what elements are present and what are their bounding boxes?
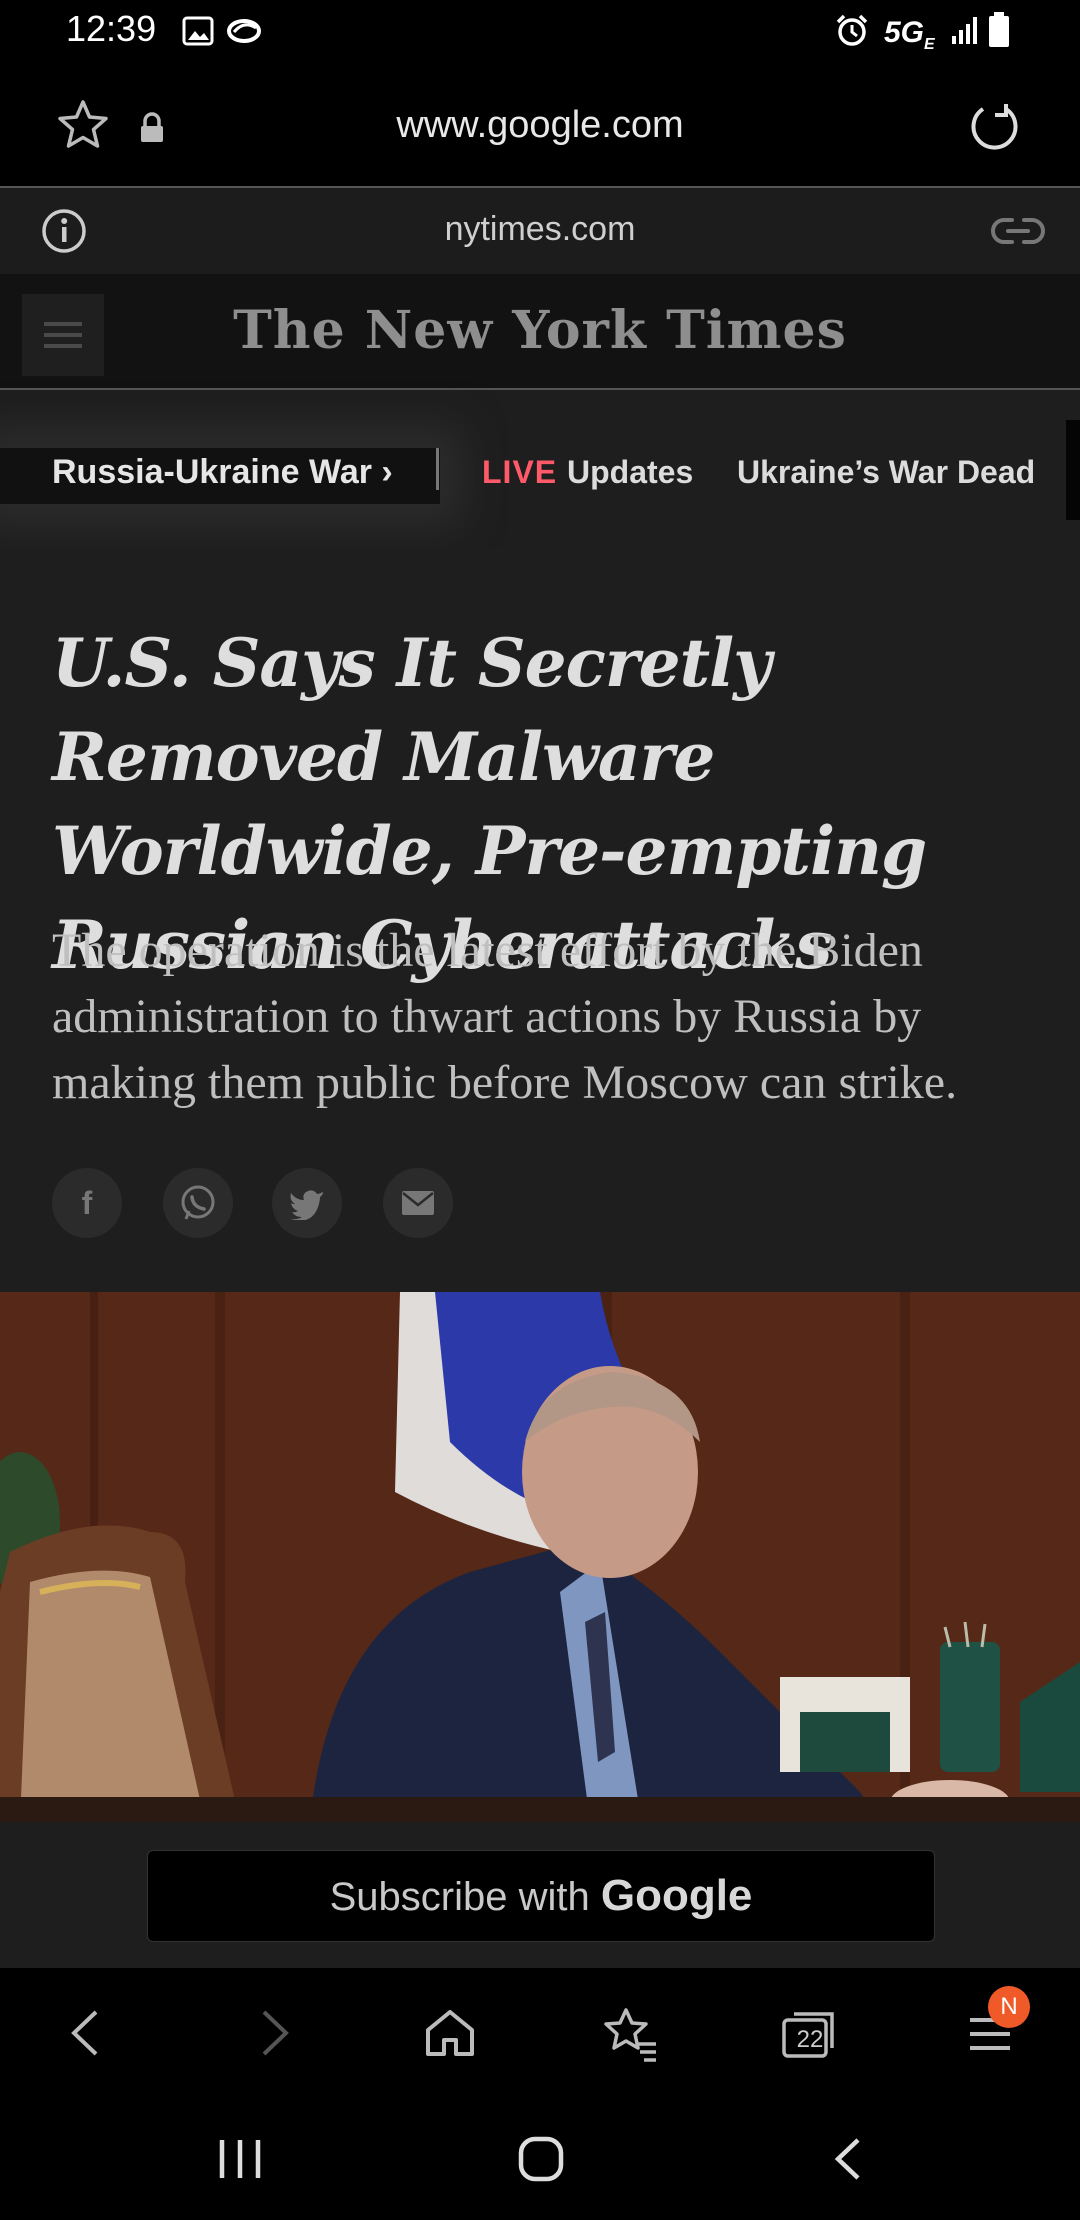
system-nav-bar bbox=[0, 2098, 1080, 2220]
share-email-button[interactable] bbox=[383, 1168, 453, 1238]
whatsapp-icon bbox=[181, 1185, 215, 1220]
home-circle-icon bbox=[518, 2136, 564, 2182]
topic-nav: Russia-Ukraine War › LIVE Updates Ukrain… bbox=[0, 390, 1080, 548]
bookmarks-button[interactable] bbox=[540, 1968, 720, 2098]
topic-nav-fade bbox=[1066, 420, 1080, 520]
tabs-button[interactable]: 22 bbox=[720, 1968, 900, 2098]
battery-icon bbox=[989, 12, 1009, 47]
share-facebook-button[interactable]: f bbox=[52, 1168, 122, 1238]
google-wordmark: Google bbox=[600, 1871, 753, 1920]
home-nav-button[interactable] bbox=[480, 2118, 600, 2198]
nyt-header: The New York Times bbox=[0, 274, 1080, 390]
chevron-left-icon bbox=[71, 2010, 98, 2056]
subscribe-label: Subscribe with bbox=[329, 1875, 590, 1919]
subscribe-area: Subscribe with Google bbox=[0, 1822, 1080, 1968]
back-button[interactable] bbox=[0, 1968, 180, 2098]
notification-badge: N bbox=[988, 1986, 1030, 2028]
topic-main-label: Russia-Ukraine War › bbox=[52, 453, 393, 491]
gallery-icon bbox=[182, 16, 214, 46]
chevron-right-icon bbox=[262, 2010, 289, 2056]
url-text[interactable]: www.google.com bbox=[0, 104, 1080, 147]
forward-button[interactable] bbox=[180, 1968, 360, 2098]
tabs-count: 22 bbox=[796, 2026, 824, 2053]
home-button[interactable] bbox=[360, 1968, 540, 2098]
email-icon bbox=[402, 1191, 434, 1215]
recent-apps-icon bbox=[219, 2140, 261, 2178]
browser-toolbar: 22 N bbox=[0, 1968, 1080, 2098]
topic-russia-ukraine-war[interactable]: Russia-Ukraine War › bbox=[0, 448, 440, 504]
site-info-bar: nytimes.com bbox=[0, 188, 1080, 274]
bookmarks-star-list-icon bbox=[604, 2008, 656, 2062]
menu-overflow-button[interactable]: N bbox=[900, 1968, 1080, 2098]
chevron-right-icon: › bbox=[381, 453, 393, 491]
topic-divider bbox=[436, 448, 439, 490]
back-nav-button[interactable] bbox=[790, 2118, 910, 2198]
recent-apps-button[interactable] bbox=[180, 2118, 300, 2198]
link-icon[interactable] bbox=[990, 212, 1046, 250]
signal-icon bbox=[952, 17, 977, 44]
network-type: 5GE bbox=[884, 16, 935, 53]
site-domain: nytimes.com bbox=[444, 210, 636, 248]
article-header: U.S. Says It Secretly Removed Malware Wo… bbox=[0, 548, 1080, 1292]
share-whatsapp-button[interactable] bbox=[163, 1168, 233, 1238]
article-photo bbox=[0, 1292, 1080, 1822]
article-summary: The operation is the latest effort by th… bbox=[52, 924, 958, 1109]
subscribe-with-google-button[interactable]: Subscribe with Google bbox=[147, 1850, 935, 1942]
nyt-masthead-logo[interactable]: The New York Times bbox=[0, 300, 1080, 361]
reload-icon[interactable] bbox=[968, 100, 1022, 154]
back-nav-icon bbox=[834, 2138, 860, 2180]
topic-ukraine-war-dead[interactable]: Ukraine’s War Dead bbox=[737, 454, 1035, 491]
share-twitter-button[interactable] bbox=[272, 1168, 342, 1238]
home-icon bbox=[426, 2010, 474, 2056]
live-badge[interactable]: LIVE bbox=[482, 454, 557, 491]
status-time: 12:39 bbox=[66, 8, 157, 49]
url-bar[interactable]: www.google.com bbox=[0, 62, 1080, 189]
alarm-icon bbox=[836, 14, 868, 46]
topic-live-updates[interactable]: Updates bbox=[567, 454, 693, 491]
status-bar: 12:39 5GE bbox=[0, 0, 1080, 62]
twitter-icon bbox=[290, 1190, 323, 1221]
cloud-sync-icon bbox=[227, 19, 261, 43]
facebook-icon: f bbox=[81, 1185, 93, 1221]
article-photo-image bbox=[0, 1292, 1080, 1822]
